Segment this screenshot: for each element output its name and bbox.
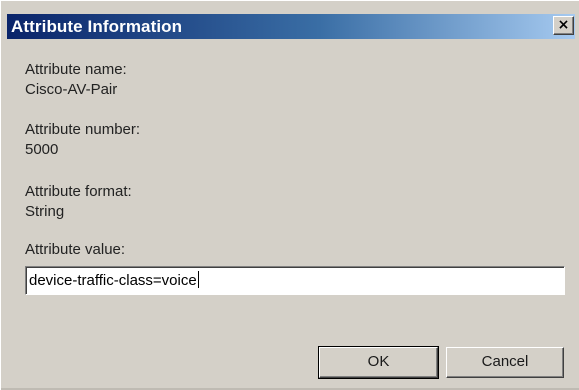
- title-bar[interactable]: Attribute Information ×: [7, 14, 575, 39]
- ok-button[interactable]: OK: [318, 346, 439, 379]
- attribute-value-label: Attribute value:: [25, 241, 126, 258]
- cancel-button[interactable]: Cancel: [446, 347, 564, 378]
- attribute-number-value: 5000: [25, 141, 59, 158]
- close-button[interactable]: ×: [553, 16, 574, 35]
- dialog-title: Attribute Information: [11, 17, 183, 36]
- attribute-number-label: Attribute number:: [25, 121, 141, 138]
- attribute-format-value: String: [25, 203, 65, 220]
- close-icon: ×: [557, 17, 570, 33]
- attribute-value-input[interactable]: device-traffic-class=voice: [25, 266, 565, 295]
- attribute-information-dialog: Attribute Information × Attribute name: …: [0, 0, 579, 390]
- attribute-name-label: Attribute name:: [25, 61, 127, 78]
- attribute-format-label: Attribute format:: [25, 183, 132, 200]
- attribute-name-value: Cisco-AV-Pair: [25, 81, 118, 98]
- attribute-value-text: device-traffic-class=voice: [29, 272, 197, 289]
- text-caret: [197, 271, 199, 288]
